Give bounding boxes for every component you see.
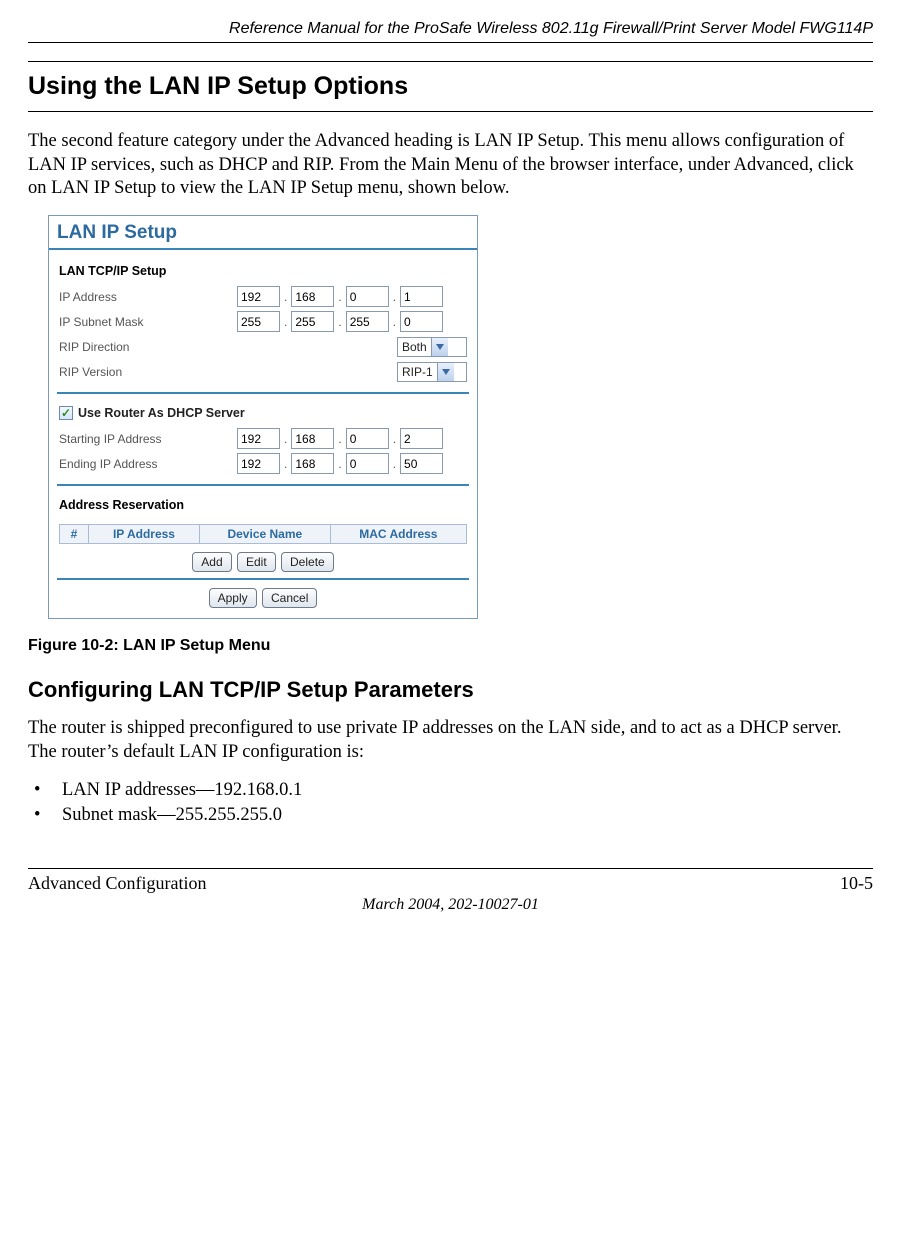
footer-left: Advanced Configuration [28, 873, 206, 894]
dot: . [391, 432, 398, 446]
end-octet-2[interactable] [291, 453, 334, 474]
header-rule [28, 42, 873, 43]
reservation-table: # IP Address Device Name MAC Address [59, 524, 467, 544]
mask-octet-1[interactable] [237, 311, 280, 332]
cancel-button[interactable]: Cancel [262, 588, 317, 608]
col-num: # [60, 525, 89, 544]
mask-octet-4[interactable] [400, 311, 443, 332]
intro-paragraph: The second feature category under the Ad… [28, 130, 873, 201]
footer-right: 10-5 [840, 873, 873, 894]
panel-title: LAN IP Setup [49, 216, 477, 250]
start-octet-2[interactable] [291, 428, 334, 449]
end-octet-1[interactable] [237, 453, 280, 474]
section-rule-bottom [28, 111, 873, 112]
rip-direction-label: RIP Direction [59, 340, 235, 354]
rip-version-label: RIP Version [59, 365, 235, 379]
start-octet-3[interactable] [346, 428, 389, 449]
section-title: Using the LAN IP Setup Options [28, 68, 873, 105]
dot: . [391, 457, 398, 471]
apply-button[interactable]: Apply [209, 588, 257, 608]
lan-ip-setup-panel: LAN IP Setup LAN TCP/IP Setup IP Address… [48, 215, 478, 619]
list-item: Subnet mask—255.255.255.0 [28, 803, 873, 828]
chevron-down-icon [437, 363, 454, 381]
check-icon: ✓ [61, 407, 71, 419]
subsection-title: Configuring LAN TCP/IP Setup Parameters [28, 677, 873, 703]
tcpip-group: LAN TCP/IP Setup IP Address . . . IP Sub… [49, 254, 477, 386]
delete-button[interactable]: Delete [281, 552, 334, 572]
end-octet-4[interactable] [400, 453, 443, 474]
figure-caption: Figure 10-2: LAN IP Setup Menu [28, 637, 873, 655]
rip-version-value: RIP-1 [402, 365, 433, 379]
ip-address-label: IP Address [59, 290, 235, 304]
mask-octet-3[interactable] [346, 311, 389, 332]
dot: . [336, 315, 343, 329]
list-item: LAN IP addresses—192.168.0.1 [28, 778, 873, 803]
tcpip-heading: LAN TCP/IP Setup [59, 264, 467, 278]
ip-octet-1[interactable] [237, 286, 280, 307]
chevron-down-icon [431, 338, 448, 356]
rip-direction-value: Both [402, 340, 427, 354]
rip-direction-row: RIP Direction Both [59, 334, 467, 359]
footer-center: March 2004, 202-10027-01 [28, 896, 873, 914]
dot: . [391, 290, 398, 304]
footer-row: Advanced Configuration 10-5 [28, 873, 873, 894]
group-separator [57, 578, 469, 580]
start-octet-4[interactable] [400, 428, 443, 449]
running-header: Reference Manual for the ProSafe Wireles… [28, 20, 873, 38]
figure-screenshot: LAN IP Setup LAN TCP/IP Setup IP Address… [48, 215, 478, 619]
rip-version-row: RIP Version RIP-1 [59, 359, 467, 384]
group-separator [57, 392, 469, 394]
subnet-mask-label: IP Subnet Mask [59, 315, 235, 329]
group-separator [57, 484, 469, 486]
start-octet-1[interactable] [237, 428, 280, 449]
ip-octet-2[interactable] [291, 286, 334, 307]
dot: . [336, 432, 343, 446]
col-ip: IP Address [89, 525, 200, 544]
rip-version-select[interactable]: RIP-1 [397, 362, 467, 382]
dot: . [282, 432, 289, 446]
reservation-buttons: Add Edit Delete [49, 552, 477, 572]
panel-footer-buttons: Apply Cancel [49, 588, 477, 608]
dot: . [282, 315, 289, 329]
dhcp-checkbox-label: Use Router As DHCP Server [78, 406, 245, 420]
dot: . [336, 290, 343, 304]
ip-address-row: IP Address . . . [59, 284, 467, 309]
start-ip-row: Starting IP Address . . . [59, 426, 467, 451]
footer-rule [28, 868, 873, 869]
reservation-heading: Address Reservation [59, 498, 467, 512]
dhcp-group: ✓ Use Router As DHCP Server Starting IP … [49, 396, 477, 478]
dhcp-checkbox[interactable]: ✓ [59, 406, 73, 420]
subsection-body: The router is shipped preconfigured to u… [28, 717, 873, 764]
dot: . [391, 315, 398, 329]
edit-button[interactable]: Edit [237, 552, 276, 572]
end-ip-label: Ending IP Address [59, 457, 235, 471]
section-rule-top [28, 61, 873, 62]
start-ip-label: Starting IP Address [59, 432, 235, 446]
add-button[interactable]: Add [192, 552, 231, 572]
end-octet-3[interactable] [346, 453, 389, 474]
col-device: Device Name [199, 525, 330, 544]
rip-direction-select[interactable]: Both [397, 337, 467, 357]
dot: . [336, 457, 343, 471]
dhcp-checkbox-row: ✓ Use Router As DHCP Server [59, 406, 467, 420]
reservation-group: Address Reservation [49, 488, 477, 520]
table-header-row: # IP Address Device Name MAC Address [60, 525, 467, 544]
mask-octet-2[interactable] [291, 311, 334, 332]
col-mac: MAC Address [330, 525, 466, 544]
ip-octet-3[interactable] [346, 286, 389, 307]
dot: . [282, 290, 289, 304]
end-ip-row: Ending IP Address . . . [59, 451, 467, 476]
dot: . [282, 457, 289, 471]
ip-octet-4[interactable] [400, 286, 443, 307]
subnet-mask-row: IP Subnet Mask . . . [59, 309, 467, 334]
bullet-list: LAN IP addresses—192.168.0.1 Subnet mask… [28, 778, 873, 828]
